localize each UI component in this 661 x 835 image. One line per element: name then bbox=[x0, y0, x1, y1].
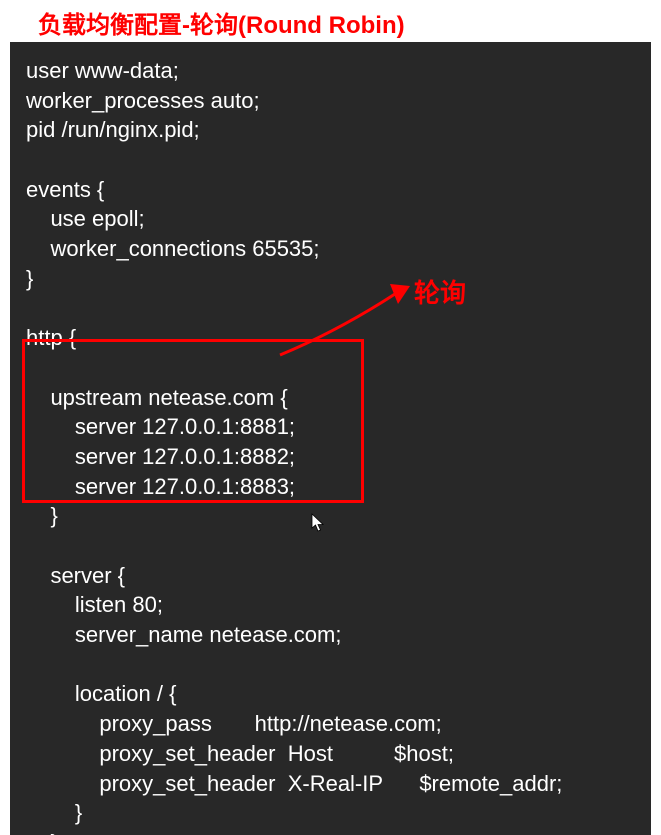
page-title: 负载均衡配置-轮询(Round Robin) bbox=[0, 0, 661, 40]
code-block: user www-data; worker_processes auto; pi… bbox=[10, 42, 651, 835]
